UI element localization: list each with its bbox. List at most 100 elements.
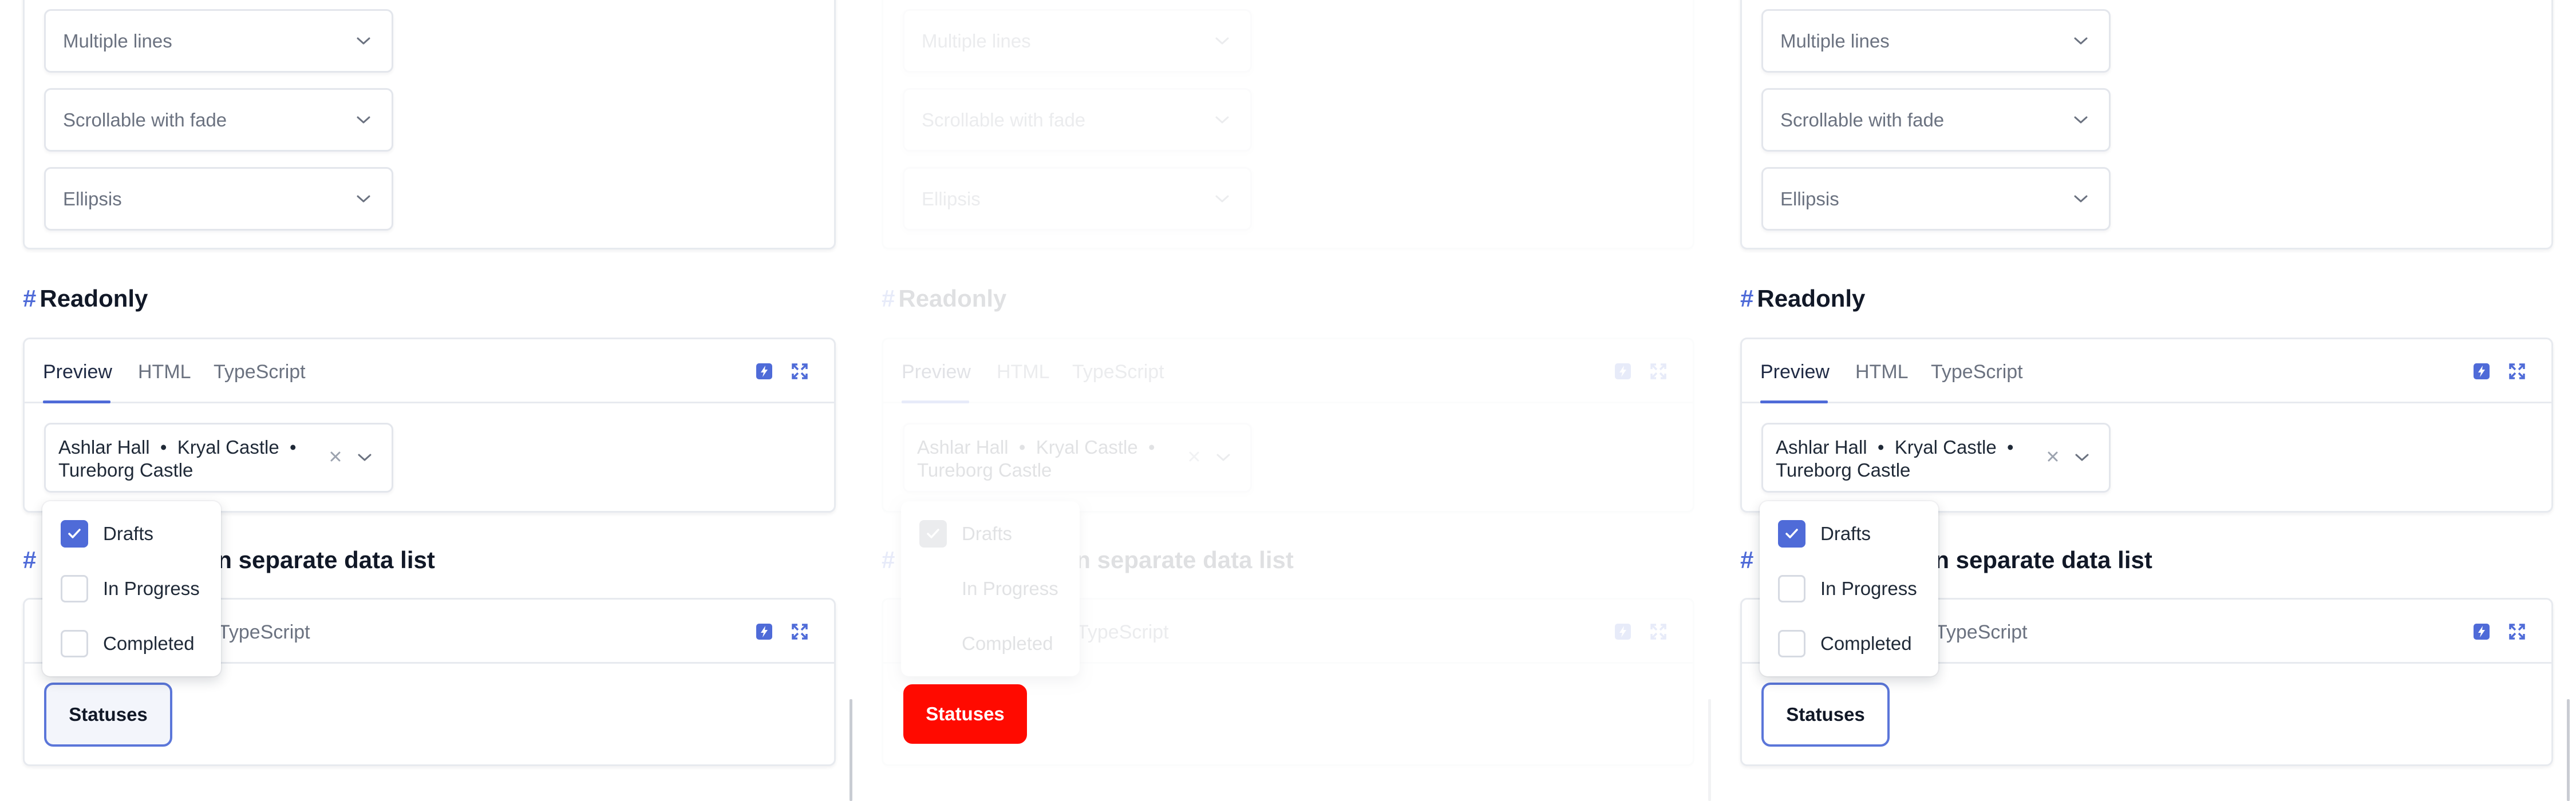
faded-content: Multiple lines Scrollable with fade Elli… (882, 0, 1706, 801)
select-multiple-lines[interactable]: Multiple lines (44, 9, 393, 73)
section-title-text: n separate data list (217, 546, 435, 573)
select-scrollable-with-fade[interactable]: Scrollable with fade (903, 88, 1252, 152)
tab-typescript[interactable]: TypeScript (218, 621, 310, 644)
option-label: Drafts (1820, 523, 1871, 544)
stackblitz-icon[interactable] (1614, 362, 1632, 382)
fullscreen-icon[interactable] (2508, 362, 2526, 382)
statuses-button[interactable]: Statuses (44, 683, 172, 747)
select-ellipsis[interactable]: Ellipsis (903, 167, 1252, 231)
checkbox[interactable] (61, 630, 88, 657)
selected-values: Ashlar Hall • Kryal Castle • Tureborg Ca… (58, 437, 302, 481)
checkmark-icon (927, 529, 939, 538)
stackblitz-icon[interactable] (755, 622, 773, 642)
option-label: In Progress (103, 578, 200, 599)
statuses-dropdown: Drafts In Progress Completed (901, 501, 1080, 676)
statuses-dropdown: Drafts In Progress Completed (1760, 501, 1938, 676)
select-label: Scrollable with fade (1780, 109, 1945, 130)
chevron-down-icon[interactable] (1216, 453, 1231, 462)
option-completed[interactable]: Completed (61, 629, 195, 658)
section-title-readonly: # Readonly (23, 285, 148, 312)
panel-middle: Multiple lines Scrollable with fade Elli… (882, 0, 1706, 801)
fullscreen-icon[interactable] (2508, 622, 2526, 642)
select-ellipsis[interactable]: Ellipsis (1761, 167, 2111, 231)
panel-right: Multiple lines Scrollable with fade Elli… (1740, 0, 2565, 801)
clear-icon[interactable] (327, 449, 343, 465)
checkbox[interactable] (1778, 575, 1805, 602)
fullscreen-icon[interactable] (791, 362, 809, 382)
select-label: Ellipsis (1780, 188, 1839, 209)
tab-typescript[interactable]: TypeScript (1072, 361, 1164, 383)
readonly-multiselect[interactable]: Ashlar Hall • Kryal Castle • Tureborg Ca… (44, 423, 393, 493)
tab-typescript[interactable]: TypeScript (214, 361, 306, 383)
option-label: Drafts (103, 523, 154, 544)
stackblitz-icon[interactable] (1614, 622, 1632, 642)
option-drafts[interactable]: Drafts (61, 520, 153, 548)
select-multiple-lines[interactable]: Multiple lines (903, 9, 1252, 73)
select-label: Scrollable with fade (922, 109, 1086, 130)
select-multiple-lines[interactable]: Multiple lines (1761, 9, 2111, 73)
checkbox-checked[interactable] (919, 520, 947, 548)
tab-preview[interactable]: Preview (43, 361, 112, 383)
option-completed[interactable]: Completed (919, 629, 1053, 658)
stackblitz-icon[interactable] (2472, 622, 2491, 642)
readonly-multiselect[interactable]: Ashlar Hall • Kryal Castle • Tureborg Ca… (1761, 423, 2111, 493)
tab-html[interactable]: HTML (1855, 361, 1909, 383)
select-scrollable-with-fade[interactable]: Scrollable with fade (44, 88, 393, 152)
chevron-down-icon (1215, 195, 1230, 204)
statuses-button[interactable]: Statuses (1761, 683, 1890, 747)
statuses-button-highlighted[interactable]: Statuses (903, 684, 1027, 744)
tab-preview[interactable]: Preview (1760, 361, 1830, 383)
checkbox[interactable] (61, 575, 88, 602)
checkbox-checked[interactable] (1778, 520, 1805, 548)
readonly-demo-card: Preview HTML TypeScript Ashlar Hall • Kr… (882, 338, 1694, 513)
option-in-progress[interactable]: In Progress (1778, 574, 1917, 603)
selected-values: Ashlar Hall • Kryal Castle • Tureborg Ca… (1776, 437, 2019, 481)
fullscreen-icon[interactable] (1649, 622, 1668, 642)
clear-icon[interactable] (2045, 449, 2061, 465)
stackblitz-icon[interactable] (755, 362, 773, 382)
active-tab-indicator (1760, 400, 1828, 403)
tab-html[interactable]: HTML (997, 361, 1050, 383)
option-in-progress[interactable]: In Progress (61, 574, 200, 603)
chevron-down-icon[interactable] (357, 453, 372, 462)
checkbox[interactable] (919, 575, 947, 602)
anchor-hash[interactable]: # (1740, 285, 1753, 312)
tab-typescript[interactable]: TypeScript (1931, 361, 2023, 383)
fullscreen-icon[interactable] (1649, 362, 1668, 382)
tab-html[interactable]: HTML (138, 361, 191, 383)
select-scrollable-with-fade[interactable]: Scrollable with fade (1761, 88, 2111, 152)
clear-icon[interactable] (1186, 449, 1202, 465)
select-ellipsis[interactable]: Ellipsis (44, 167, 393, 231)
anchor-hash[interactable]: # (23, 546, 36, 574)
stage: Multiple lines Scrollable with fade Elli… (0, 0, 2576, 801)
chevron-down-icon (356, 195, 371, 204)
checkbox-checked[interactable] (61, 520, 88, 548)
select-label: Multiple lines (1780, 30, 1890, 51)
option-label: In Progress (962, 578, 1058, 599)
chevron-down-icon[interactable] (2075, 453, 2089, 462)
scrollbar-thumb[interactable] (2567, 699, 2570, 801)
option-label: Completed (1820, 633, 1912, 654)
tab-typescript[interactable]: TypeScript (1935, 621, 2028, 644)
checkbox[interactable] (919, 630, 947, 657)
chevron-down-icon (1215, 37, 1230, 46)
fullscreen-icon[interactable] (791, 622, 809, 642)
panel-left: Multiple lines Scrollable with fade Elli… (23, 0, 847, 801)
tab-typescript[interactable]: TypeScript (1077, 621, 1169, 644)
anchor-hash[interactable]: # (882, 546, 895, 574)
option-drafts[interactable]: Drafts (1778, 520, 1871, 548)
anchor-hash[interactable]: # (882, 285, 895, 312)
checkbox[interactable] (1778, 630, 1805, 657)
statuses-dropdown: Drafts In Progress Completed (42, 501, 221, 676)
option-completed[interactable]: Completed (1778, 629, 1912, 658)
stackblitz-icon[interactable] (2472, 362, 2491, 382)
option-drafts[interactable]: Drafts (919, 520, 1012, 548)
tab-preview[interactable]: Preview (902, 361, 971, 383)
select-label: Scrollable with fade (63, 109, 227, 130)
option-in-progress[interactable]: In Progress (919, 574, 1058, 603)
anchor-hash[interactable]: # (23, 285, 36, 312)
anchor-hash[interactable]: # (1740, 546, 1753, 574)
option-label: Completed (103, 633, 195, 654)
readonly-multiselect[interactable]: Ashlar Hall • Kryal Castle • Tureborg Ca… (903, 423, 1252, 493)
panel-divider (850, 699, 852, 801)
